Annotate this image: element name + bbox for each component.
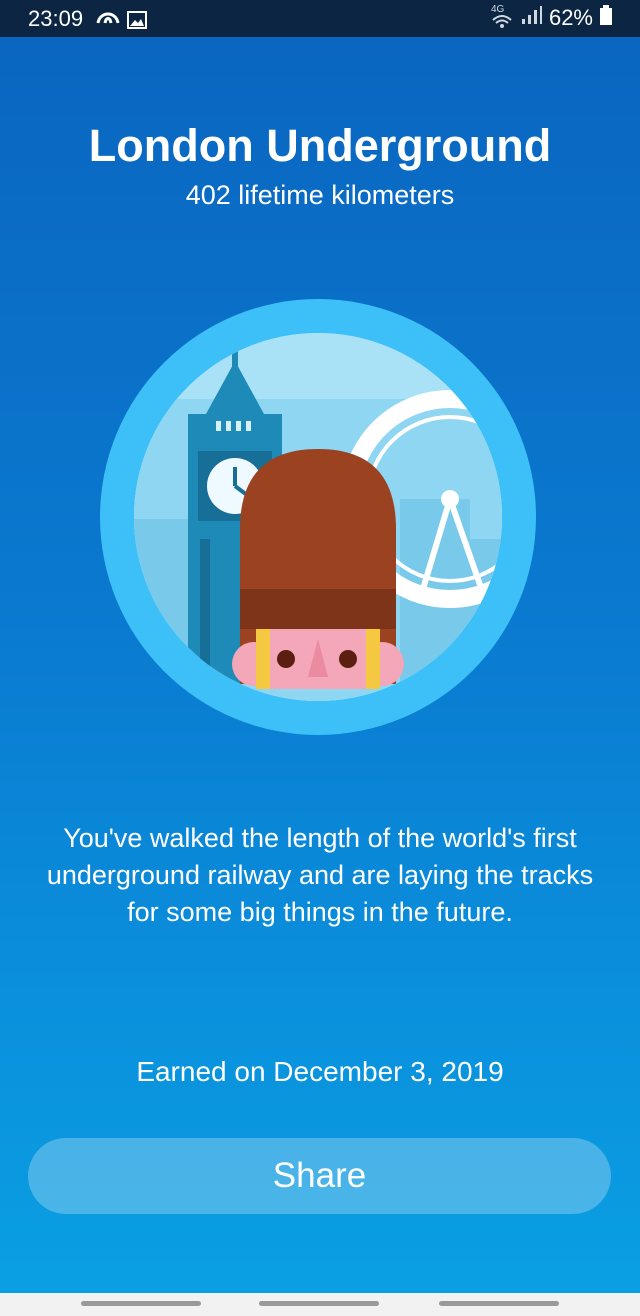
london-guard-badge-icon bbox=[100, 299, 536, 735]
recent-apps-button[interactable] bbox=[81, 1301, 201, 1306]
navigation-bar bbox=[0, 1293, 640, 1316]
status-right: 4G 62% bbox=[491, 4, 612, 31]
status-time: 23:09 bbox=[28, 6, 84, 31]
status-bar: 23:09 4G 62% bbox=[0, 0, 640, 37]
wifi-icon: 4G bbox=[491, 4, 513, 30]
achievement-screen: London Underground 402 lifetime kilomete… bbox=[0, 37, 640, 1293]
signal-icon bbox=[520, 5, 542, 31]
share-button[interactable]: Share bbox=[28, 1138, 611, 1214]
back-button[interactable] bbox=[439, 1301, 559, 1306]
achievement-title: London Underground bbox=[88, 120, 552, 171]
achievement-subtitle: 402 lifetime kilometers bbox=[185, 180, 455, 210]
battery-icon bbox=[600, 5, 612, 31]
battery-percent: 62% bbox=[548, 5, 593, 30]
earned-date: Earned on December 3, 2019 bbox=[136, 1056, 504, 1087]
achievement-description: You've walked the length of the world's … bbox=[46, 823, 594, 927]
cloud-icon bbox=[96, 7, 120, 33]
home-button[interactable] bbox=[259, 1301, 379, 1306]
image-icon bbox=[127, 9, 147, 35]
